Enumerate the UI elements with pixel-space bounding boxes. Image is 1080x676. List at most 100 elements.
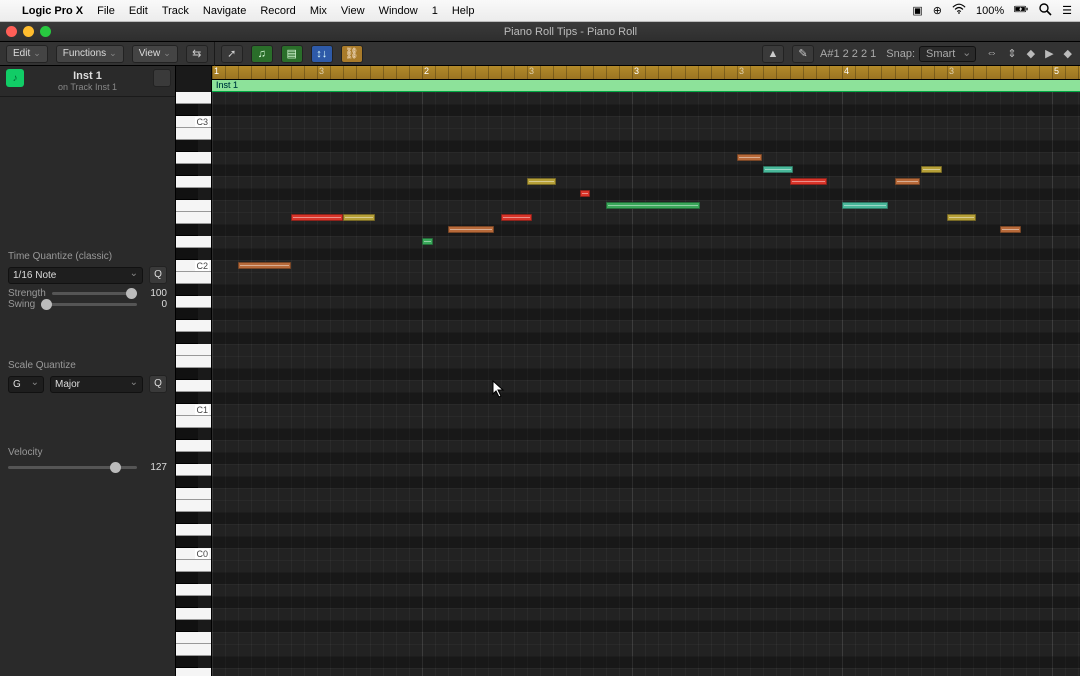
white-key[interactable] (176, 200, 211, 212)
view-menu-button[interactable]: View (132, 45, 178, 63)
white-key[interactable] (176, 92, 211, 104)
midi-note[interactable] (422, 238, 433, 245)
zoom-vert-icon[interactable]: ⇕ (1007, 47, 1016, 60)
white-key[interactable] (176, 632, 211, 644)
black-key[interactable] (176, 332, 198, 344)
midi-note[interactable] (763, 166, 792, 173)
black-key[interactable] (176, 512, 198, 524)
scroll-in-play-icon[interactable]: ▶ (1045, 47, 1053, 60)
scale-quantize-button[interactable]: Q (149, 375, 167, 393)
midi-note[interactable] (343, 214, 375, 221)
white-key[interactable] (176, 608, 211, 620)
white-key[interactable] (176, 236, 211, 248)
swing-slider[interactable] (41, 303, 137, 306)
white-key[interactable] (176, 560, 211, 572)
catch-toggle[interactable]: ⛓ (341, 45, 363, 63)
midi-note[interactable] (580, 190, 591, 197)
white-key[interactable] (176, 176, 211, 188)
scale-root-select[interactable]: G (8, 376, 44, 393)
menu-help[interactable]: Help (452, 5, 475, 17)
wifi-icon[interactable] (952, 2, 966, 19)
black-key[interactable] (176, 572, 198, 584)
airdrop-icon[interactable]: ⊕ (933, 4, 942, 17)
strength-slider[interactable] (52, 292, 137, 295)
control-center-icon[interactable]: ☰ (1062, 4, 1072, 17)
bar-ruler[interactable]: 132333435 (212, 66, 1080, 80)
midi-note[interactable] (501, 214, 533, 221)
midi-note[interactable] (448, 226, 494, 233)
zoom-horiz-icon[interactable]: ⇔ (986, 47, 997, 60)
white-key[interactable] (176, 668, 211, 676)
scale-mode-select[interactable]: Major (50, 376, 143, 393)
white-key[interactable] (176, 320, 211, 332)
white-key[interactable] (176, 644, 211, 656)
black-key[interactable] (176, 428, 198, 440)
black-key[interactable] (176, 368, 198, 380)
black-key[interactable] (176, 248, 198, 260)
white-key[interactable] (176, 416, 211, 428)
collapse-mode-toggle[interactable]: ▤ (281, 45, 303, 63)
black-key[interactable] (176, 308, 198, 320)
white-key[interactable] (176, 584, 211, 596)
pencil-tool[interactable]: ✎ (792, 45, 814, 63)
midi-note[interactable] (895, 178, 920, 185)
time-quantize-select[interactable]: 1/16 Note (8, 267, 143, 284)
black-key[interactable] (176, 656, 198, 668)
white-key[interactable] (176, 380, 211, 392)
menu-window[interactable]: Window (379, 5, 418, 17)
black-key[interactable] (176, 536, 198, 548)
menu-track[interactable]: Track (162, 5, 189, 17)
black-key[interactable] (176, 392, 198, 404)
midi-note[interactable] (527, 178, 556, 185)
functions-menu-button[interactable]: Functions (56, 45, 124, 63)
region-bar[interactable]: Inst 1 Inst 1 (212, 80, 1080, 92)
link-mode-toggle[interactable]: ↕↓ (311, 45, 333, 63)
midi-note[interactable] (291, 214, 344, 221)
black-key[interactable] (176, 596, 198, 608)
black-key[interactable] (176, 224, 198, 236)
window-zoom-button[interactable] (40, 26, 51, 37)
velocity-slider[interactable] (8, 466, 137, 469)
quantize-now-button[interactable]: Q (149, 266, 167, 284)
snap-select[interactable]: Smart (919, 46, 976, 62)
pointer-tool[interactable]: ▲ (762, 45, 784, 63)
automation-icon[interactable]: ◆ (1064, 47, 1072, 60)
inspector-pin-button[interactable] (153, 69, 171, 87)
menu-navigate[interactable]: Navigate (203, 5, 246, 17)
battery-icon[interactable] (1014, 2, 1028, 19)
white-key[interactable] (176, 152, 211, 164)
midi-note[interactable] (947, 214, 976, 221)
white-key[interactable] (176, 500, 211, 512)
black-key[interactable] (176, 164, 198, 176)
white-key[interactable] (176, 272, 211, 284)
spotlight-icon[interactable] (1038, 2, 1052, 19)
white-key[interactable] (176, 296, 211, 308)
midi-note[interactable] (737, 154, 762, 161)
app-menu[interactable]: Logic Pro X (22, 5, 83, 17)
midi-note[interactable] (238, 262, 291, 269)
midi-note[interactable] (1000, 226, 1021, 233)
black-key[interactable] (176, 104, 198, 116)
midi-note[interactable] (790, 178, 828, 185)
white-key[interactable] (176, 344, 211, 356)
note-color-icon[interactable]: ◆ (1027, 47, 1035, 60)
local-inspector-toggle[interactable]: ⇆ (186, 45, 208, 63)
window-minimize-button[interactable] (23, 26, 34, 37)
menu-edit[interactable]: Edit (129, 5, 148, 17)
white-key[interactable] (176, 464, 211, 476)
white-key[interactable] (176, 440, 211, 452)
midi-out-toggle[interactable]: ♫ (251, 45, 273, 63)
black-key[interactable] (176, 452, 198, 464)
menu-file[interactable]: File (97, 5, 115, 17)
white-key[interactable] (176, 356, 211, 368)
menu-1[interactable]: 1 (432, 5, 438, 17)
midi-in-toggle[interactable]: ➚ (221, 45, 243, 63)
white-key[interactable] (176, 524, 211, 536)
menu-mix[interactable]: Mix (310, 5, 327, 17)
black-key[interactable] (176, 476, 198, 488)
white-key[interactable] (176, 212, 211, 224)
white-key[interactable] (176, 128, 211, 140)
white-key[interactable] (176, 488, 211, 500)
midi-note[interactable] (842, 202, 888, 209)
black-key[interactable] (176, 140, 198, 152)
